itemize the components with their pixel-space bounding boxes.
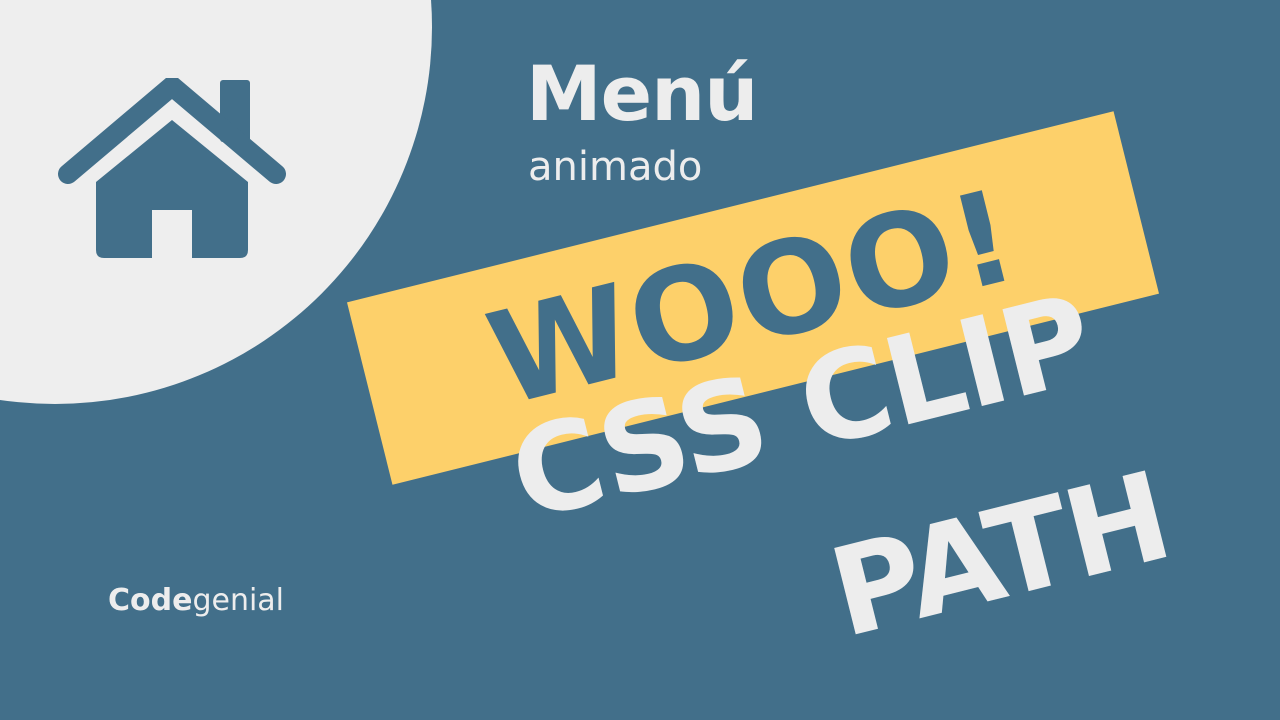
headline-line-2: PATH xyxy=(817,444,1183,666)
brand-logo: Codegenial xyxy=(108,586,284,616)
menu-subtitle: animado xyxy=(528,144,703,190)
thumbnail-canvas: Menú animado WOOO! CSS CLIP PATH Codegen… xyxy=(0,0,1280,720)
brand-name-bold: Code xyxy=(108,583,193,618)
home-icon xyxy=(58,78,286,258)
brand-name-light: genial xyxy=(192,583,285,618)
menu-title: Menú xyxy=(526,49,758,138)
